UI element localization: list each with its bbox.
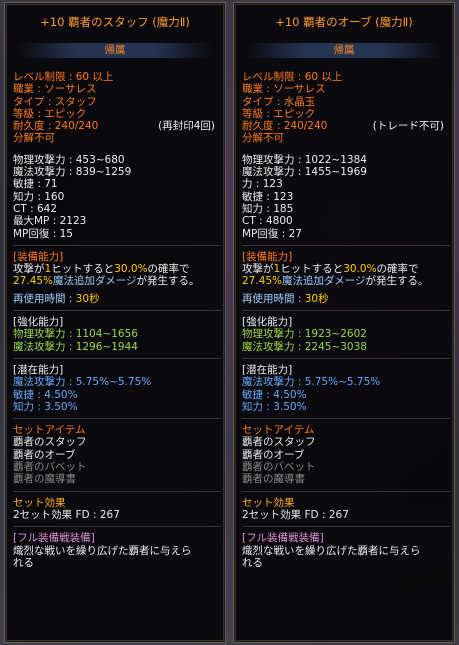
item-title: +10 覇者のスタッフ (魔力Ⅱ) (40, 15, 190, 29)
durability-note: (トレード不可) (372, 120, 444, 133)
enhance-line: 魔法攻撃力 : 2245~3038 (242, 340, 367, 353)
stat-line: MP回復 : 15 (13, 227, 73, 240)
no-disassemble: 分解不可 (242, 132, 284, 145)
divider (242, 357, 450, 359)
potential-header: [潜在能力] (242, 363, 293, 376)
stat-line: MP回復 : 27 (242, 227, 302, 240)
set-item-header: セットアイテム (13, 424, 86, 437)
potential-line: 知力 : 3.50% (13, 400, 78, 413)
divider (13, 526, 221, 528)
description-line: 熾烈な戦いを繰り広げた覇者に与えら (242, 544, 421, 557)
stat-line: 敏捷 : 123 (242, 190, 294, 203)
equip-ability-line: 27.45%魔法追加ダメージが発生する。 (242, 275, 429, 288)
stat-line: 知力 : 185 (242, 202, 294, 215)
stat-line: 最大MP : 2123 (13, 215, 87, 228)
divider (242, 310, 450, 312)
set-effect-line: 2セット効果 FD : 267 (242, 508, 349, 521)
description-line: れる (13, 556, 34, 569)
durability: 耐久度 : 240/240 (13, 120, 99, 133)
stat-line: 魔法攻撃力 : 839~1259 (13, 166, 132, 179)
level-requirement: レベル制限 : 60 以上 (242, 71, 343, 83)
set-item-owned: 覇者のオーブ (13, 448, 76, 461)
potential-line: 敏捷 : 4.50% (242, 388, 307, 401)
potential-line: 魔法攻撃力 : 5.75%~5.75% (13, 376, 152, 389)
set-item-missing: 覇者の魔導書 (242, 473, 305, 486)
item-tooltip-staff: +10 覇者のスタッフ (魔力Ⅱ) 帰属 レベル制限 : 60 以上 職業 : … (4, 2, 226, 643)
equip-ability-header: [装備能力] (13, 250, 64, 263)
item-grade: 等級 : エピック (13, 107, 87, 120)
job-class: 職業 : ソーサレス (242, 83, 326, 96)
item-type: タイプ : スタッフ (13, 95, 97, 108)
enhance-line: 物理攻撃力 : 1104~1656 (13, 328, 138, 341)
enhance-header: [強化能力] (13, 316, 64, 329)
bound-tag: 帰属 (17, 43, 213, 58)
divider (13, 244, 221, 246)
equip-ability-header: [装備能力] (242, 250, 293, 263)
divider (242, 244, 450, 246)
set-item-owned: 覇者のスタッフ (13, 436, 87, 449)
set-item-missing: 覇者のバベット (13, 461, 87, 474)
item-grade: 等級 : エピック (242, 107, 316, 120)
potential-line: 知力 : 3.50% (242, 400, 307, 413)
equip-ability-line: 攻撃が1ヒットすると30.0%の確率で (242, 263, 419, 276)
full-set-header: [フル装備戦装備] (242, 532, 324, 545)
enhance-header: [強化能力] (242, 316, 293, 329)
set-item-missing: 覇者のバベット (242, 461, 316, 474)
cooldown: 再使用時間 : 30秒 (13, 292, 100, 305)
stat-line: 力 : 123 (242, 178, 283, 191)
durability: 耐久度 : 240/240 (242, 120, 328, 133)
full-set-header: [フル装備戦装備] (13, 532, 95, 545)
divider (13, 310, 221, 312)
description-line: れる (242, 556, 263, 569)
item-type: タイプ : 水晶玉 (242, 95, 316, 108)
potential-line: 魔法攻撃力 : 5.75%~5.75% (242, 376, 381, 389)
item-title: +10 覇者のオーブ (魔力Ⅱ) (275, 15, 413, 29)
level-requirement: レベル制限 : 60 以上 (13, 71, 114, 83)
stat-line: CT : 4800 (242, 215, 293, 228)
enhance-line: 魔法攻撃力 : 1296~1944 (13, 340, 138, 353)
set-item-owned: 覇者のオーブ (242, 448, 305, 461)
set-effect-line: 2セット効果 FD : 267 (13, 508, 120, 521)
set-effect-header: セット効果 (242, 496, 295, 509)
divider (13, 357, 221, 359)
divider (13, 490, 221, 492)
stat-line: CT : 642 (13, 202, 57, 215)
divider (13, 418, 221, 420)
equip-ability-line: 27.45%魔法追加ダメージが発生する。 (13, 275, 200, 288)
stat-line: 敏捷 : 71 (13, 178, 58, 191)
job-class: 職業 : ソーサレス (13, 83, 97, 96)
potential-line: 敏捷 : 4.50% (13, 388, 78, 401)
divider (242, 490, 450, 492)
stat-line: 知力 : 160 (13, 190, 65, 203)
description-line: 熾烈な戦いを繰り広げた覇者に与えら (13, 544, 192, 557)
divider (242, 526, 450, 528)
durability-note: (再封印4回) (158, 120, 215, 133)
stat-line: 魔法攻撃力 : 1455~1969 (242, 166, 367, 179)
cooldown: 再使用時間 : 30秒 (242, 292, 329, 305)
bound-tag: 帰属 (246, 43, 442, 58)
stat-line: 物理攻撃力 : 1022~1384 (242, 153, 367, 166)
set-item-owned: 覇者のスタッフ (242, 436, 316, 449)
no-disassemble: 分解不可 (13, 132, 55, 145)
divider (242, 418, 450, 420)
set-item-header: セットアイテム (242, 424, 315, 437)
enhance-line: 物理攻撃力 : 1923~2602 (242, 328, 367, 341)
potential-header: [潜在能力] (13, 363, 64, 376)
equip-ability-line: 攻撃が1ヒットすると30.0%の確率で (13, 263, 190, 276)
set-item-missing: 覇者の魔導書 (13, 473, 76, 486)
stat-line: 物理攻撃力 : 453~680 (13, 153, 125, 166)
set-effect-header: セット効果 (13, 496, 66, 509)
item-tooltip-orb: +10 覇者のオーブ (魔力Ⅱ) 帰属 レベル制限 : 60 以上 職業 : ソ… (233, 2, 455, 643)
